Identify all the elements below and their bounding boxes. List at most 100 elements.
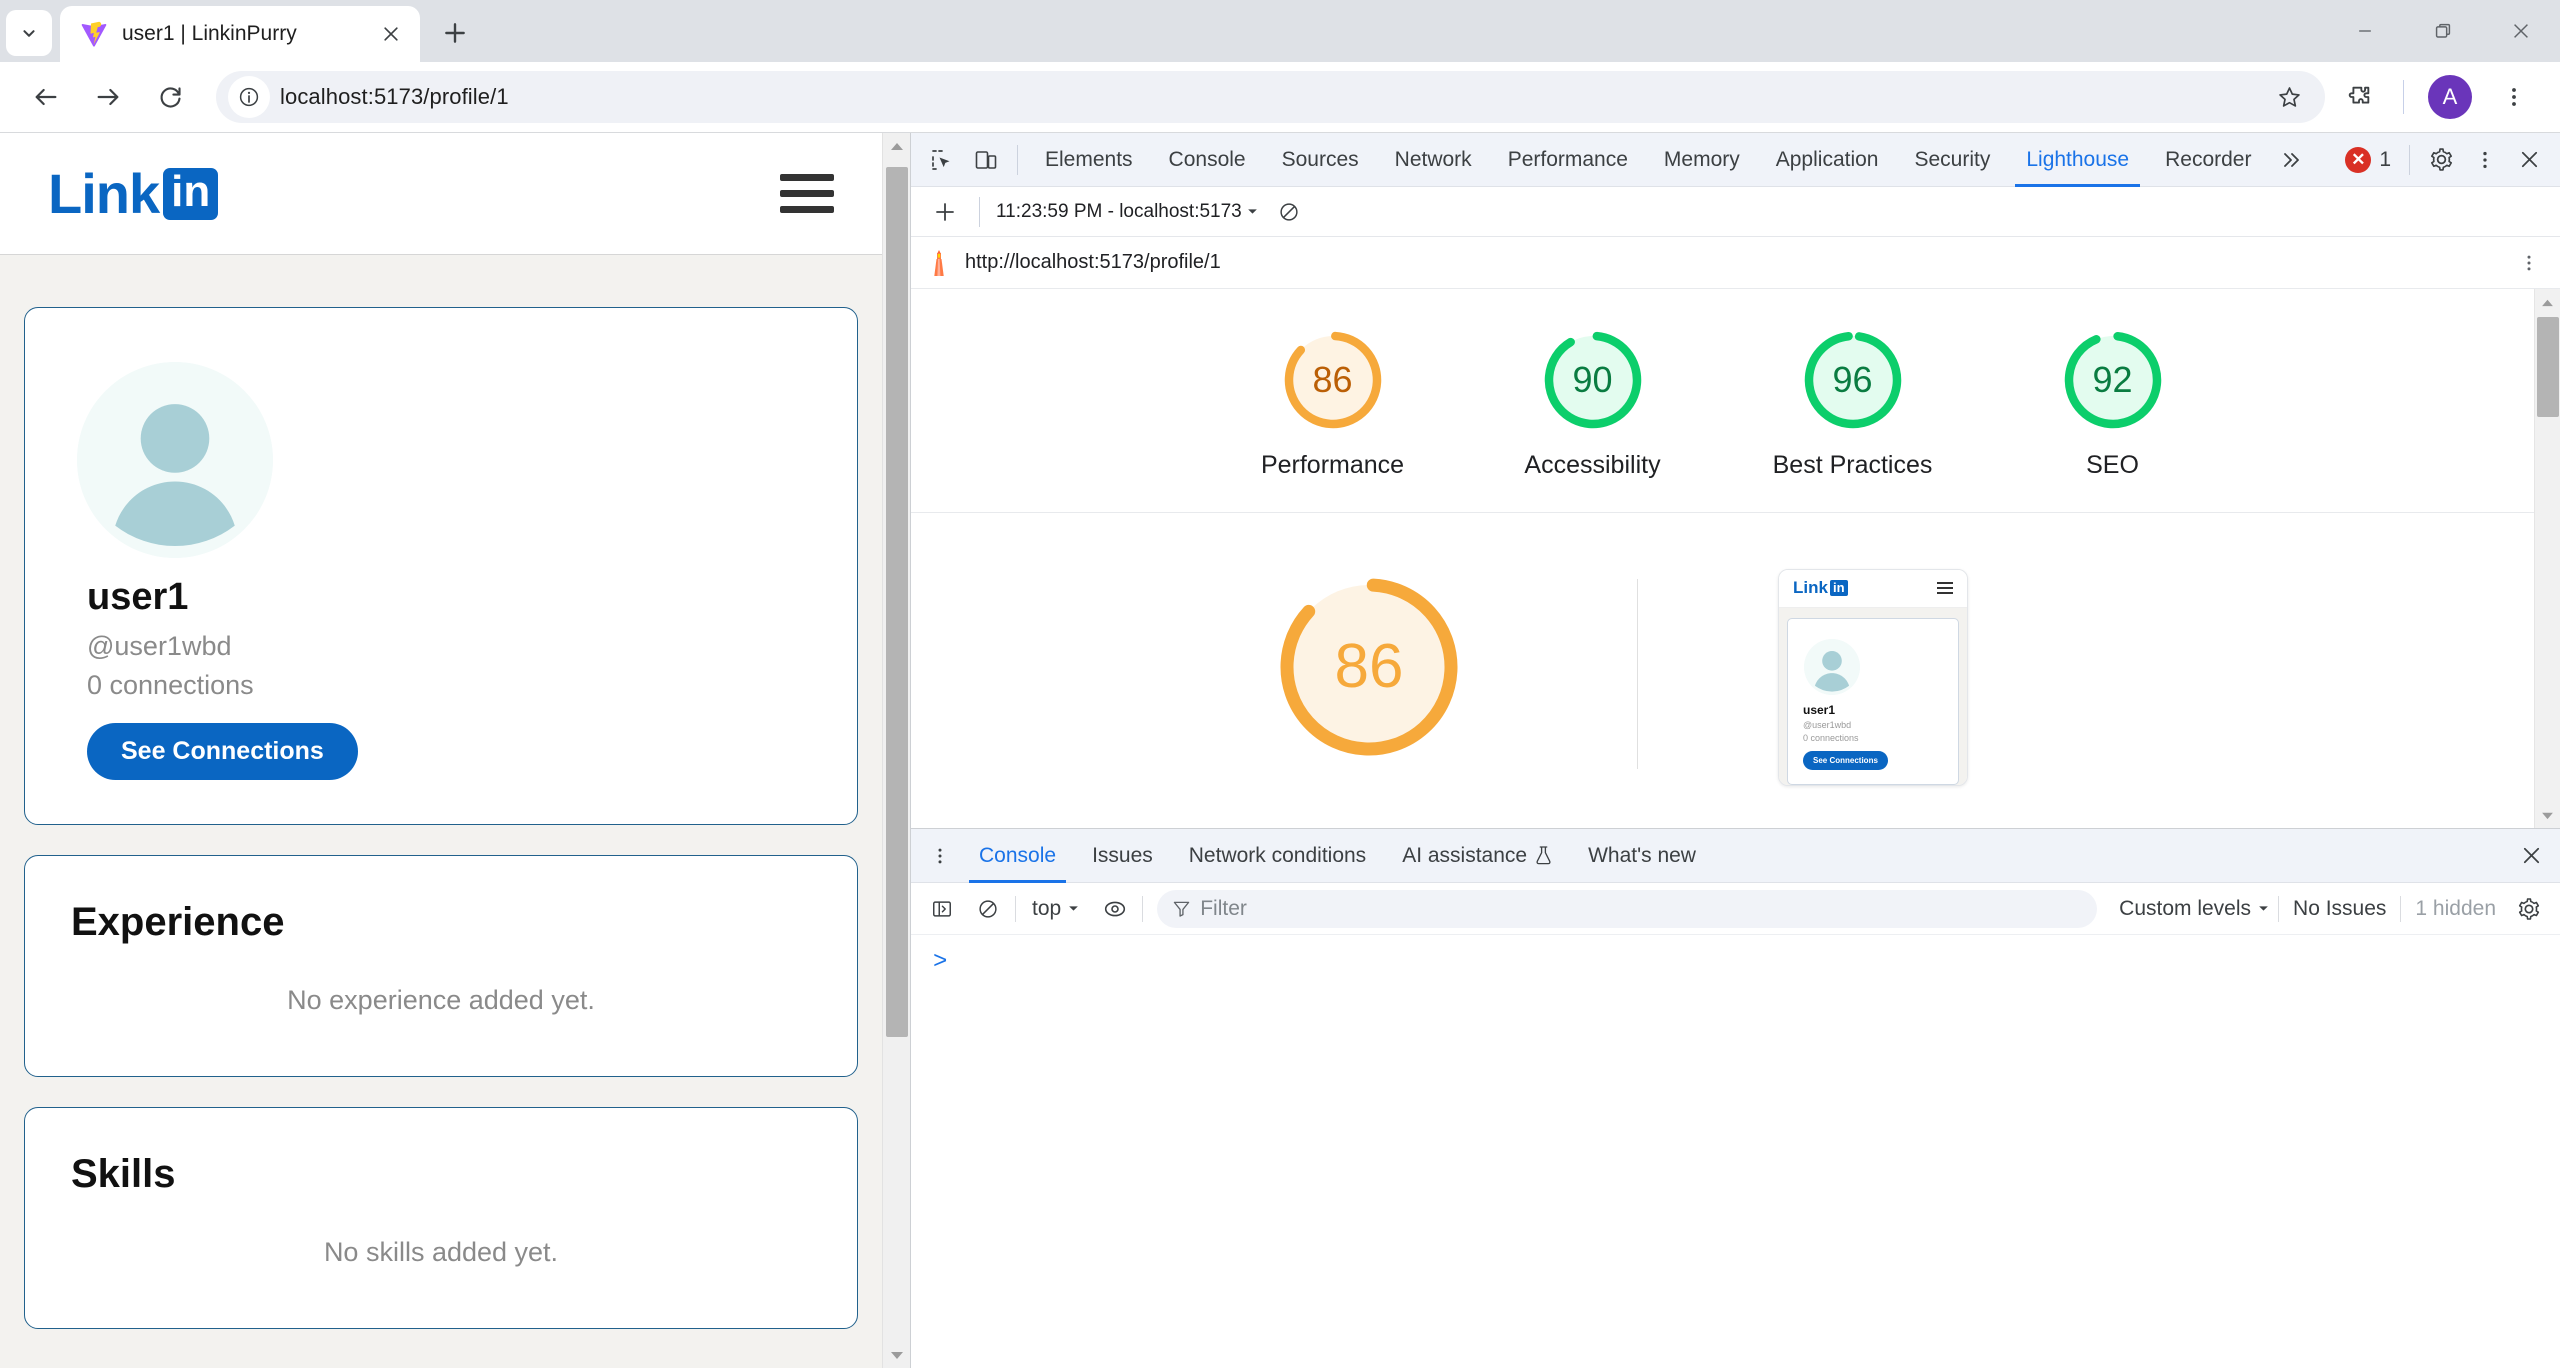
console-settings-button[interactable] bbox=[2510, 890, 2548, 928]
drawer-tab-console[interactable]: Console bbox=[961, 829, 1074, 883]
browser-tab[interactable]: user1 | LinkinPurry bbox=[60, 6, 420, 62]
console-sidebar-button[interactable] bbox=[923, 890, 961, 928]
back-button[interactable] bbox=[18, 69, 74, 125]
page-scrollbar[interactable] bbox=[882, 133, 910, 1368]
experience-section: Experience No experience added yet. bbox=[24, 855, 858, 1077]
console-hidden-count[interactable]: 1 hidden bbox=[2401, 897, 2510, 921]
console-levels-selector[interactable]: Custom levels bbox=[2111, 897, 2278, 921]
inspect-element-button[interactable] bbox=[921, 139, 963, 181]
lighthouse-scrollbar[interactable] bbox=[2534, 289, 2560, 828]
scrollbar-down-arrow[interactable] bbox=[883, 1342, 910, 1368]
chevron-double-right-icon bbox=[2284, 152, 2300, 167]
toolbar-divider bbox=[2403, 80, 2404, 114]
devtools-tab-network[interactable]: Network bbox=[1378, 133, 1489, 187]
score-gauge-seo[interactable]: 92 SEO bbox=[2028, 327, 2198, 482]
drawer-close-button[interactable] bbox=[2510, 835, 2552, 877]
scrollbar-down-arrow[interactable] bbox=[2535, 802, 2560, 828]
lighthouse-run-bar: 11:23:59 PM - localhost:5173 bbox=[911, 187, 2560, 237]
scrollbar-thumb[interactable] bbox=[2537, 317, 2559, 417]
three-dot-menu-icon bbox=[2527, 255, 2531, 270]
gauge-label: Accessibility bbox=[1524, 451, 1661, 479]
score-gauge-best-practices[interactable]: 96 Best Practices bbox=[1768, 327, 1938, 482]
see-connections-button[interactable]: See Connections bbox=[87, 723, 358, 780]
page-body: user1 @user1wbd 0 connections See Connec… bbox=[0, 255, 882, 1329]
browser-toolbar: localhost:5173/profile/1 A bbox=[0, 62, 2560, 132]
tab-close-button[interactable] bbox=[374, 17, 408, 51]
toolbar-divider bbox=[1142, 895, 1144, 922]
clear-circle-icon bbox=[1280, 202, 1298, 221]
bookmark-button[interactable] bbox=[2267, 75, 2311, 119]
drawer-tab-issues[interactable]: Issues bbox=[1074, 829, 1171, 883]
section-empty-text: No experience added yet. bbox=[287, 985, 595, 1015]
console-context-selector[interactable]: top bbox=[1024, 897, 1088, 921]
scrollbar-up-arrow[interactable] bbox=[883, 133, 910, 159]
site-info-button[interactable] bbox=[228, 76, 270, 118]
console-prompt[interactable]: > bbox=[911, 949, 2560, 976]
console-issues-label[interactable]: No Issues bbox=[2279, 897, 2400, 921]
clear-console-button[interactable] bbox=[969, 890, 1007, 928]
console-filter-input[interactable]: Filter bbox=[1157, 889, 2098, 928]
drawer-menu-button[interactable] bbox=[919, 835, 961, 877]
new-tab-button[interactable] bbox=[432, 10, 478, 56]
devtools-tab-application[interactable]: Application bbox=[1759, 133, 1896, 187]
lighthouse-report-header: http://localhost:5173/profile/1 bbox=[911, 237, 2560, 289]
preview-hamburger-icon bbox=[1937, 582, 1953, 594]
console-toolbar: top Filter Custom levels No Issues 1 hid… bbox=[911, 883, 2560, 935]
error-count-badge[interactable]: ✕ 1 bbox=[2337, 146, 2399, 173]
devtools-tab-security[interactable]: Security bbox=[1897, 133, 2007, 187]
devtools-close-button[interactable] bbox=[2508, 139, 2550, 181]
console-context-label: top bbox=[1032, 896, 1062, 920]
reload-button[interactable] bbox=[142, 69, 198, 125]
toolbar-divider bbox=[1017, 144, 1018, 175]
console-sidebar-icon bbox=[933, 900, 951, 917]
live-expression-button[interactable] bbox=[1096, 890, 1134, 928]
window-minimize-button[interactable] bbox=[2326, 0, 2404, 62]
close-icon bbox=[384, 27, 398, 41]
devtools-settings-button[interactable] bbox=[2420, 139, 2462, 181]
device-toolbar-button[interactable] bbox=[965, 139, 1007, 181]
profile-avatar-button[interactable]: A bbox=[2428, 75, 2472, 119]
score-gauge-accessibility[interactable]: 90 Accessibility bbox=[1508, 327, 1678, 482]
lighthouse-clear-button[interactable] bbox=[1273, 196, 1305, 228]
devtools-tab-recorder[interactable]: Recorder bbox=[2148, 133, 2268, 187]
score-gauge-performance[interactable]: 86 Performance bbox=[1248, 327, 1418, 482]
site-logo[interactable]: Link in bbox=[48, 165, 219, 222]
scrollbar-thumb[interactable] bbox=[886, 167, 908, 1037]
gauge-ring: 86 bbox=[1280, 327, 1386, 433]
devtools-tab-sources[interactable]: Sources bbox=[1265, 133, 1376, 187]
browser-menu-button[interactable] bbox=[2486, 69, 2542, 125]
address-bar-url: localhost:5173/profile/1 bbox=[280, 84, 509, 109]
devtools-tab-console[interactable]: Console bbox=[1152, 133, 1263, 187]
window-close-button[interactable] bbox=[2482, 0, 2560, 62]
devtools-tab-elements[interactable]: Elements bbox=[1028, 133, 1150, 187]
devtools-tab-memory[interactable]: Memory bbox=[1647, 133, 1757, 187]
triangle-down-icon bbox=[2542, 812, 2553, 819]
window-maximize-button[interactable] bbox=[2404, 0, 2482, 62]
tab-search-button[interactable] bbox=[6, 10, 52, 56]
close-icon bbox=[2514, 24, 2528, 38]
hamburger-menu-icon[interactable] bbox=[780, 174, 834, 213]
console-output[interactable]: > bbox=[911, 935, 2560, 1368]
devtools-tab-lighthouse[interactable]: Lighthouse bbox=[2009, 133, 2146, 187]
hamburger-bar bbox=[780, 174, 834, 181]
console-toolbar-right: Custom levels No Issues 1 hidden bbox=[2111, 890, 2548, 928]
window-controls bbox=[2326, 0, 2560, 62]
console-levels-label: Custom levels bbox=[2119, 896, 2252, 920]
drawer-tab-ai-assistance[interactable]: AI assistance bbox=[1384, 829, 1570, 883]
more-tabs-button[interactable] bbox=[2270, 139, 2312, 181]
devtools-tab-performance[interactable]: Performance bbox=[1491, 133, 1645, 187]
preview-avatar bbox=[1804, 638, 1860, 695]
lighthouse-run-selector[interactable]: 11:23:59 PM - localhost:5173 bbox=[996, 201, 1259, 223]
scrollbar-up-arrow[interactable] bbox=[2535, 289, 2560, 315]
puzzle-piece-icon bbox=[2348, 86, 2370, 104]
extensions-button[interactable] bbox=[2331, 69, 2387, 125]
drawer-tab-whats-new[interactable]: What's new bbox=[1570, 829, 1714, 883]
avatar bbox=[77, 362, 273, 558]
address-bar[interactable]: localhost:5173/profile/1 bbox=[216, 71, 2325, 123]
lighthouse-report-menu-button[interactable] bbox=[2514, 253, 2544, 273]
forward-button[interactable] bbox=[80, 69, 136, 125]
lighthouse-new-audit-button[interactable] bbox=[927, 194, 963, 230]
drawer-tab-network-conditions[interactable]: Network conditions bbox=[1171, 829, 1384, 883]
devtools-menu-button[interactable] bbox=[2464, 139, 2506, 181]
filter-funnel-icon bbox=[1173, 901, 1190, 917]
